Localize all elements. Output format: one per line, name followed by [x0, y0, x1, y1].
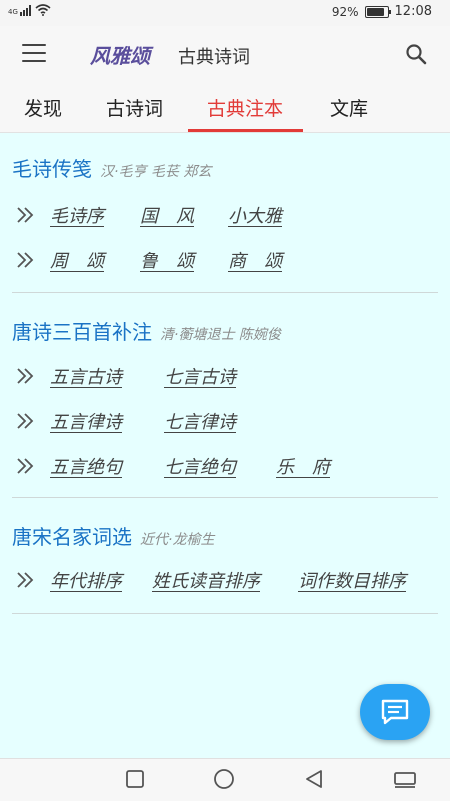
battery-percent: 92%	[331, 4, 359, 19]
back-icon[interactable]	[304, 769, 324, 789]
link-item[interactable]: 七言古诗	[164, 363, 236, 389]
wifi-icon	[35, 4, 51, 16]
link-item[interactable]: 年代排序	[50, 567, 122, 593]
system-nav-bar	[0, 758, 450, 801]
signal-icon	[19, 4, 31, 16]
hamburger-menu-icon[interactable]	[22, 44, 46, 64]
recent-apps-icon[interactable]	[125, 769, 145, 789]
section-title[interactable]: 唐诗三百首补注	[12, 320, 152, 344]
link-item[interactable]: 商 颂	[228, 247, 282, 273]
status-bar: 4G 92% 12:08	[0, 0, 450, 26]
section-divider	[12, 497, 438, 498]
tab-library[interactable]: 文库	[330, 94, 368, 121]
clock: 12:08	[394, 4, 432, 19]
section-title[interactable]: 毛诗传笺	[12, 157, 92, 181]
battery-icon	[364, 5, 391, 18]
link-item[interactable]: 姓氏读音排序	[152, 567, 260, 593]
link-item[interactable]: 毛诗序	[50, 202, 104, 228]
app-brand: 风雅颂	[90, 44, 150, 68]
double-chevron-right-icon	[17, 458, 34, 474]
tab-discover[interactable]: 发现	[24, 94, 62, 121]
tab-classical-poems[interactable]: 古诗词	[106, 94, 163, 121]
tab-classical-annotations[interactable]: 古典注本	[207, 94, 283, 121]
battery-fill	[366, 7, 384, 16]
section-divider	[12, 613, 438, 614]
section-author: 清·蘅塘退士 陈婉俊	[160, 327, 281, 343]
double-chevron-right-icon	[17, 413, 34, 429]
link-item[interactable]: 国 风	[140, 202, 194, 228]
search-icon[interactable]	[404, 42, 428, 66]
tab-bar: 发现 古诗词 古典注本 文库	[0, 82, 450, 133]
link-item[interactable]: 五言古诗	[50, 363, 122, 389]
app-subtitle: 古典诗词	[178, 47, 250, 68]
double-chevron-right-icon	[17, 572, 34, 588]
link-item[interactable]: 七言律诗	[164, 408, 236, 434]
content-area: 毛诗传笺 汉·毛亨 毛苌 郑玄 毛诗序 国 风 小大雅 周 颂 鲁 颂 商 颂 唐…	[0, 133, 450, 758]
link-item[interactable]: 词作数目排序	[298, 567, 406, 593]
double-chevron-right-icon	[17, 207, 34, 223]
status-right: 92% 12:08	[332, 4, 432, 19]
network-type: 4G	[8, 8, 18, 16]
section-divider	[12, 292, 438, 293]
app-bar: 风雅颂 古典诗词	[0, 26, 450, 82]
section-title[interactable]: 唐宋名家词选	[12, 525, 132, 549]
link-item[interactable]: 鲁 颂	[140, 247, 194, 273]
section-author: 近代·龙榆生	[140, 532, 215, 548]
link-item[interactable]: 周 颂	[50, 247, 104, 273]
active-tab-indicator	[188, 129, 303, 132]
keyboard-icon[interactable]	[393, 769, 417, 789]
link-item[interactable]: 五言律诗	[50, 408, 122, 434]
link-item[interactable]: 五言绝句	[50, 453, 122, 479]
double-chevron-right-icon	[17, 252, 34, 268]
section-author: 汉·毛亨 毛苌 郑玄	[100, 164, 212, 180]
double-chevron-right-icon	[17, 368, 34, 384]
link-item[interactable]: 七言绝句	[164, 453, 236, 479]
section-header: 唐诗三百首补注 清·蘅塘退士 陈婉俊	[12, 316, 281, 345]
status-left: 4G	[8, 4, 51, 16]
link-item[interactable]: 乐 府	[276, 453, 330, 479]
chat-message-icon	[381, 699, 409, 725]
section-header: 毛诗传笺 汉·毛亨 毛苌 郑玄	[12, 153, 211, 182]
link-item[interactable]: 小大雅	[228, 202, 282, 228]
section-header: 唐宋名家词选 近代·龙榆生	[12, 521, 214, 550]
chat-fab-button[interactable]	[360, 684, 430, 740]
home-icon[interactable]	[213, 769, 235, 791]
